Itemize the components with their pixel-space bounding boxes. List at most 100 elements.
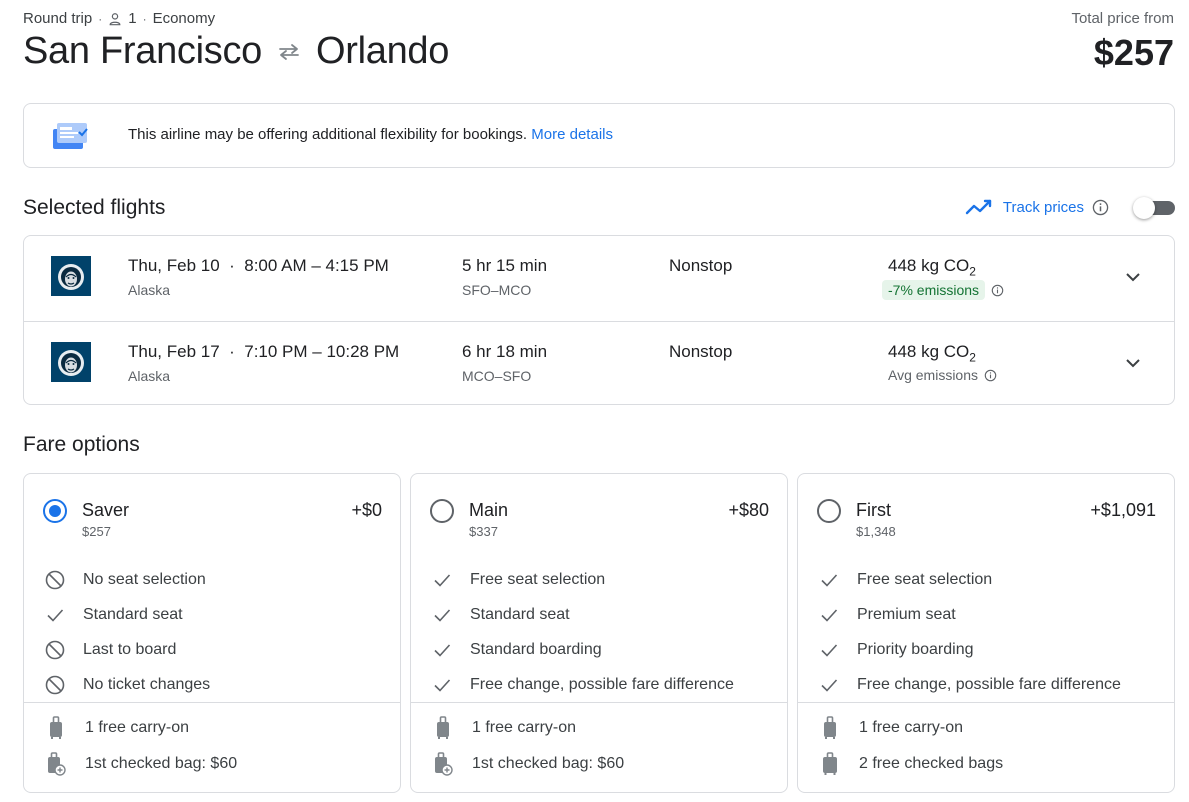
track-prices: Track prices bbox=[965, 196, 1175, 219]
carry-on-icon bbox=[50, 716, 62, 739]
fare-price-difference: +$1,091 bbox=[1090, 500, 1156, 520]
check-icon bbox=[434, 678, 451, 692]
bag-allowance-text: 1st checked bag: $60 bbox=[472, 755, 625, 772]
fare-feature-text: Premium seat bbox=[857, 605, 956, 623]
fare-feature: Standard seat bbox=[431, 597, 734, 632]
fare-card-saver[interactable]: Saver $257 +$0 No seat selection Standar… bbox=[23, 473, 401, 793]
bag-allowance: 1 free carry-on bbox=[433, 710, 624, 746]
divider bbox=[798, 702, 1174, 703]
fare-options-heading: Fare options bbox=[23, 433, 140, 456]
fare-feature: No ticket changes bbox=[44, 667, 210, 702]
fare-feature-text: Free change, possible fare difference bbox=[857, 675, 1121, 693]
fare-radio[interactable] bbox=[430, 499, 454, 523]
flight-stops: Nonstop bbox=[669, 256, 733, 275]
fare-price: $1,348 bbox=[856, 524, 896, 539]
checked-bag-fee-icon bbox=[48, 752, 66, 776]
checked-bag-fee-icon bbox=[435, 752, 453, 776]
fare-card-main[interactable]: Main $337 +$80 Free seat selection Stand… bbox=[410, 473, 788, 793]
bag-allowance-text: 1st checked bag: $60 bbox=[85, 755, 238, 772]
check-icon bbox=[434, 608, 451, 622]
bag-allowance-text: 1 free carry-on bbox=[85, 719, 190, 736]
person-icon bbox=[109, 12, 121, 25]
flight-times: Thu, Feb 10 · 8:00 AM – 4:15 PM bbox=[128, 256, 389, 275]
co2-amount: 448 kg CO2 bbox=[888, 256, 976, 278]
fare-card-first[interactable]: First $1,348 +$1,091 Free seat selection… bbox=[797, 473, 1175, 793]
flight-route: MCO–SFO bbox=[462, 368, 532, 384]
fare-feature-text: Last to board bbox=[83, 640, 177, 658]
fare-feature-text: Priority boarding bbox=[857, 640, 974, 658]
flight-row-return[interactable]: Thu, Feb 17 · 7:10 PM – 10:28 PM Alaska … bbox=[24, 321, 1174, 406]
fare-feature: Priority boarding bbox=[818, 632, 1121, 667]
check-icon bbox=[434, 573, 451, 587]
fare-baggage: 1 free carry-on 1st checked bag: $60 bbox=[433, 710, 624, 782]
check-icon bbox=[821, 678, 838, 692]
flight-time-range: 7:10 PM – 10:28 PM bbox=[244, 342, 400, 361]
emissions-label: Avg emissions bbox=[888, 367, 979, 383]
divider bbox=[24, 702, 400, 703]
fare-price-difference: +$80 bbox=[728, 500, 769, 520]
fare-feature-text: No seat selection bbox=[83, 570, 206, 588]
check-icon bbox=[821, 573, 838, 587]
passenger-count: 1 bbox=[128, 10, 137, 27]
swap-arrows-icon bbox=[279, 43, 299, 60]
fare-feature: Free seat selection bbox=[818, 562, 1121, 597]
booking-flexibility-icon bbox=[53, 123, 88, 149]
check-icon bbox=[821, 643, 838, 657]
flight-route: SFO–MCO bbox=[462, 282, 532, 298]
divider bbox=[411, 702, 787, 703]
co2-value: 448 kg CO bbox=[888, 256, 970, 275]
flight-stops: Nonstop bbox=[669, 342, 733, 361]
checked-bag-icon bbox=[823, 752, 837, 775]
info-icon[interactable] bbox=[984, 369, 997, 382]
block-icon bbox=[45, 640, 65, 659]
banner-message: This airline may be offering additional … bbox=[128, 126, 528, 143]
fare-price-difference: +$0 bbox=[351, 500, 382, 520]
info-icon[interactable] bbox=[991, 284, 1004, 297]
emissions-badge: -7% emissions bbox=[882, 280, 986, 300]
fare-feature: No seat selection bbox=[44, 562, 210, 597]
co2-amount: 448 kg CO2 bbox=[888, 342, 976, 364]
bag-allowance-text: 2 free checked bags bbox=[859, 755, 1004, 772]
total-price-label: Total price from bbox=[1071, 10, 1174, 27]
carry-on-icon bbox=[824, 716, 836, 739]
check-icon bbox=[47, 608, 64, 622]
separator-dot: · bbox=[142, 11, 147, 26]
alaska-airlines-logo-icon bbox=[51, 256, 91, 296]
bag-allowance: 1st checked bag: $60 bbox=[433, 746, 624, 782]
fare-feature-text: Standard seat bbox=[470, 605, 570, 623]
flight-times: Thu, Feb 17 · 7:10 PM – 10:28 PM bbox=[128, 342, 400, 361]
flight-duration: 5 hr 15 min bbox=[462, 256, 548, 275]
fare-feature-text: No ticket changes bbox=[83, 675, 211, 693]
flexibility-banner: This airline may be offering additional … bbox=[23, 103, 1175, 168]
fare-feature: Premium seat bbox=[818, 597, 1121, 632]
track-prices-label[interactable]: Track prices bbox=[1003, 199, 1084, 216]
trending-icon[interactable] bbox=[965, 198, 993, 216]
fare-baggage: 1 free carry-on 1st checked bag: $60 bbox=[46, 710, 237, 782]
total-price: $257 bbox=[1093, 32, 1174, 73]
fare-feature-text: Free seat selection bbox=[470, 570, 606, 588]
bag-allowance-text: 1 free carry-on bbox=[859, 719, 964, 736]
more-details-link[interactable]: More details bbox=[531, 126, 613, 143]
chevron-down-icon[interactable] bbox=[1124, 268, 1142, 286]
fare-price: $257 bbox=[82, 524, 111, 539]
track-prices-toggle[interactable] bbox=[1133, 196, 1175, 219]
fare-radio[interactable] bbox=[43, 499, 67, 523]
fare-radio[interactable] bbox=[817, 499, 841, 523]
flight-row-outbound[interactable]: Thu, Feb 10 · 8:00 AM – 4:15 PM Alaska 5… bbox=[24, 236, 1174, 321]
fare-feature-text: Standard boarding bbox=[470, 640, 602, 658]
bag-allowance: 1 free carry-on bbox=[46, 710, 237, 746]
fare-feature-text: Free change, possible fare difference bbox=[470, 675, 734, 693]
flight-duration: 6 hr 18 min bbox=[462, 342, 548, 361]
fare-price: $337 bbox=[469, 524, 498, 539]
fare-features: Free seat selection Standard seat Standa… bbox=[431, 562, 734, 702]
fare-feature: Standard boarding bbox=[431, 632, 734, 667]
banner-text: This airline may be offering additional … bbox=[128, 126, 613, 143]
chevron-down-icon[interactable] bbox=[1124, 354, 1142, 372]
destination-city: Orlando bbox=[315, 30, 450, 72]
fare-name: Main bbox=[469, 500, 509, 520]
origin-city: San Francisco bbox=[23, 30, 262, 72]
emissions-info: -7% emissions bbox=[882, 280, 1004, 300]
fare-feature-text: Free seat selection bbox=[857, 570, 993, 588]
info-icon[interactable] bbox=[1092, 199, 1109, 216]
route-title: San Francisco Orlando bbox=[23, 30, 449, 73]
